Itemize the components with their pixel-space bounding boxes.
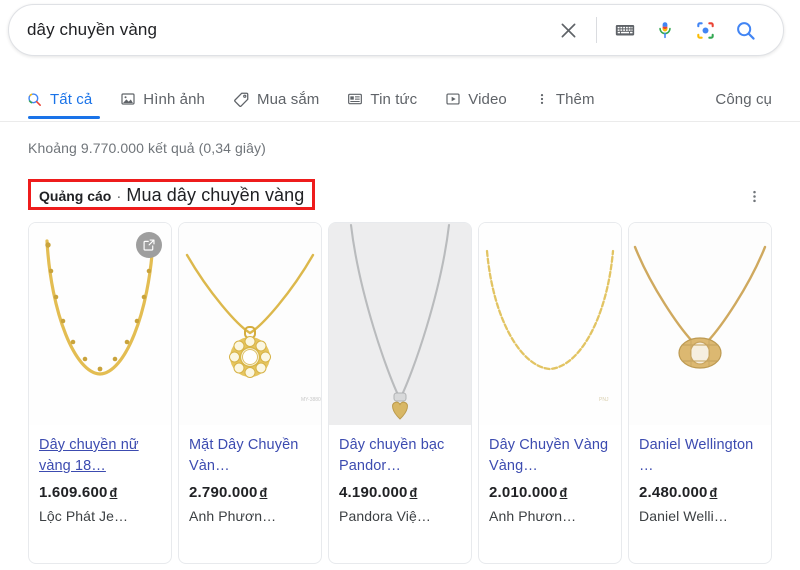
tab-images[interactable]: Hình ảnh <box>120 80 218 118</box>
ad-header-highlight: Quảng cáo · Mua dây chuyền vàng <box>28 179 316 210</box>
currency-symbol: đ <box>559 486 568 500</box>
search-tabs-nav: Tất cả Hình ảnh Mua sắm Tin tức Video Th… <box>0 80 800 122</box>
product-price: 2.010.000 đ <box>489 484 611 501</box>
result-stats: Khoảng 9.770.000 kết quả (0,34 giây) <box>28 140 266 156</box>
tab-all-label: Tất cả <box>50 90 93 108</box>
product-merchant: Lộc Phát Je… <box>39 508 129 524</box>
ad-options-menu-icon[interactable] <box>742 184 766 208</box>
video-icon <box>445 91 461 107</box>
product-card-body: Dây chuyền bạc Pandor… 4.190.000 đ Pandor… <box>329 425 471 524</box>
product-title[interactable]: Dây chuyền bạc Pandor… <box>339 435 461 477</box>
active-tab-underline <box>28 116 100 119</box>
tab-images-label: Hình ảnh <box>143 90 205 108</box>
product-card-body: Daniel Wellington … 2.480.000 đ Daniel We… <box>629 425 771 524</box>
tab-more-label: Thêm <box>555 90 595 108</box>
product-price-value: 2.480.000 <box>639 484 708 501</box>
search-tabs-list: Tất cả Hình ảnh Mua sắm Tin tức Video Th… <box>26 80 623 118</box>
product-price: 1.609.600 đ <box>39 484 161 501</box>
product-merchant: Daniel Welli… <box>639 508 728 524</box>
svg-text:PNJ: PNJ <box>599 397 609 403</box>
news-icon <box>347 91 363 107</box>
microphone-icon[interactable] <box>645 10 685 50</box>
product-card-body: Mặt Dây Chuyền Vàn… 2.790.000 đ Anh Phươn… <box>179 425 321 524</box>
product-price-value: 2.790.000 <box>189 484 258 501</box>
product-image-thin-gold-chain: PNJ <box>479 223 621 425</box>
product-price-value: 2.010.000 <box>489 484 558 501</box>
keyboard-icon[interactable] <box>605 10 645 50</box>
product-price: 2.480.000 đ <box>639 484 761 501</box>
svg-text:MY-3880: MY-3880 <box>301 397 321 403</box>
currency-symbol: đ <box>109 486 118 500</box>
product-card-body: Dây chuyền nữ vàng 18… 1.609.600 đ Lộc Ph… <box>29 425 171 524</box>
product-image-silver-heart-pendant <box>329 223 471 425</box>
open-in-new-icon[interactable] <box>136 232 162 258</box>
search-input[interactable] <box>9 19 548 41</box>
product-title[interactable]: Dây chuyền nữ vàng 18… <box>39 435 161 477</box>
product-merchant: Pandora Việ… <box>339 508 432 524</box>
tab-shopping-label: Mua sắm <box>256 90 320 108</box>
search-bar-divider <box>596 17 597 43</box>
google-search-results-page: Tất cả Hình ảnh <box>0 0 800 570</box>
product-image-flower-pendant: MY-3880 <box>179 223 321 425</box>
tab-video-label: Video <box>468 90 507 108</box>
close-icon[interactable] <box>548 10 588 50</box>
ad-label: Quảng cáo <box>39 188 112 204</box>
product-price: 2.790.000 đ <box>189 484 311 501</box>
ad-separator: · <box>116 188 122 205</box>
tab-video[interactable]: Video <box>445 80 520 118</box>
more-vertical-icon <box>535 91 549 107</box>
product-card[interactable]: PNJ Dây Chuyền Vàng Vàng… 2.010.000 đ Anh… <box>478 222 622 564</box>
product-card[interactable]: Dây chuyền nữ vàng 18… 1.609.600 đ Lộc Ph… <box>28 222 172 564</box>
product-card[interactable]: Daniel Wellington … 2.480.000 đ Daniel We… <box>628 222 772 564</box>
product-merchant: Anh Phươn… <box>489 508 577 524</box>
tab-news-label: Tin tức <box>370 90 418 108</box>
product-title[interactable]: Mặt Dây Chuyền Vàn… <box>189 435 311 477</box>
search-icon[interactable] <box>725 10 765 50</box>
product-merchant: Anh Phươn… <box>189 508 277 524</box>
currency-symbol: đ <box>259 486 268 500</box>
tools-button[interactable]: Công cụ <box>715 80 772 118</box>
product-price: 4.190.000 đ <box>339 484 461 501</box>
product-price-value: 1.609.600 <box>39 484 108 501</box>
product-title[interactable]: Dây Chuyền Vàng Vàng… <box>489 435 611 477</box>
tab-all[interactable]: Tất cả <box>26 80 105 118</box>
search-bar-actions <box>548 10 783 50</box>
tab-more[interactable]: Thêm <box>535 80 608 118</box>
ad-title: Mua dây chuyền vàng <box>126 185 305 205</box>
tab-shopping[interactable]: Mua sắm <box>233 80 332 118</box>
shopping-ads-carousel: Dây chuyền nữ vàng 18… 1.609.600 đ Lộc Ph… <box>28 222 772 564</box>
product-image-gold-beaded-chain <box>29 223 171 425</box>
product-image-barrel-pendant <box>629 223 771 425</box>
currency-symbol: đ <box>709 486 718 500</box>
tab-news[interactable]: Tin tức <box>347 80 430 118</box>
search-bar[interactable] <box>8 4 784 56</box>
product-card[interactable]: MY-3880 Mặt Dây Chuyền Vàn… 2.790.000 đ A… <box>178 222 322 564</box>
product-card-body: Dây Chuyền Vàng Vàng… 2.010.000 đ Anh Phư… <box>479 425 621 524</box>
product-card[interactable]: Dây chuyền bạc Pandor… 4.190.000 đ Pandor… <box>328 222 472 564</box>
google-lens-icon[interactable] <box>685 10 725 50</box>
product-price-value: 4.190.000 <box>339 484 408 501</box>
nav-divider <box>0 121 800 122</box>
product-title[interactable]: Daniel Wellington … <box>639 435 761 477</box>
google-search-icon <box>26 91 43 108</box>
tag-icon <box>233 91 250 108</box>
currency-symbol: đ <box>409 486 418 500</box>
image-icon <box>120 91 136 107</box>
